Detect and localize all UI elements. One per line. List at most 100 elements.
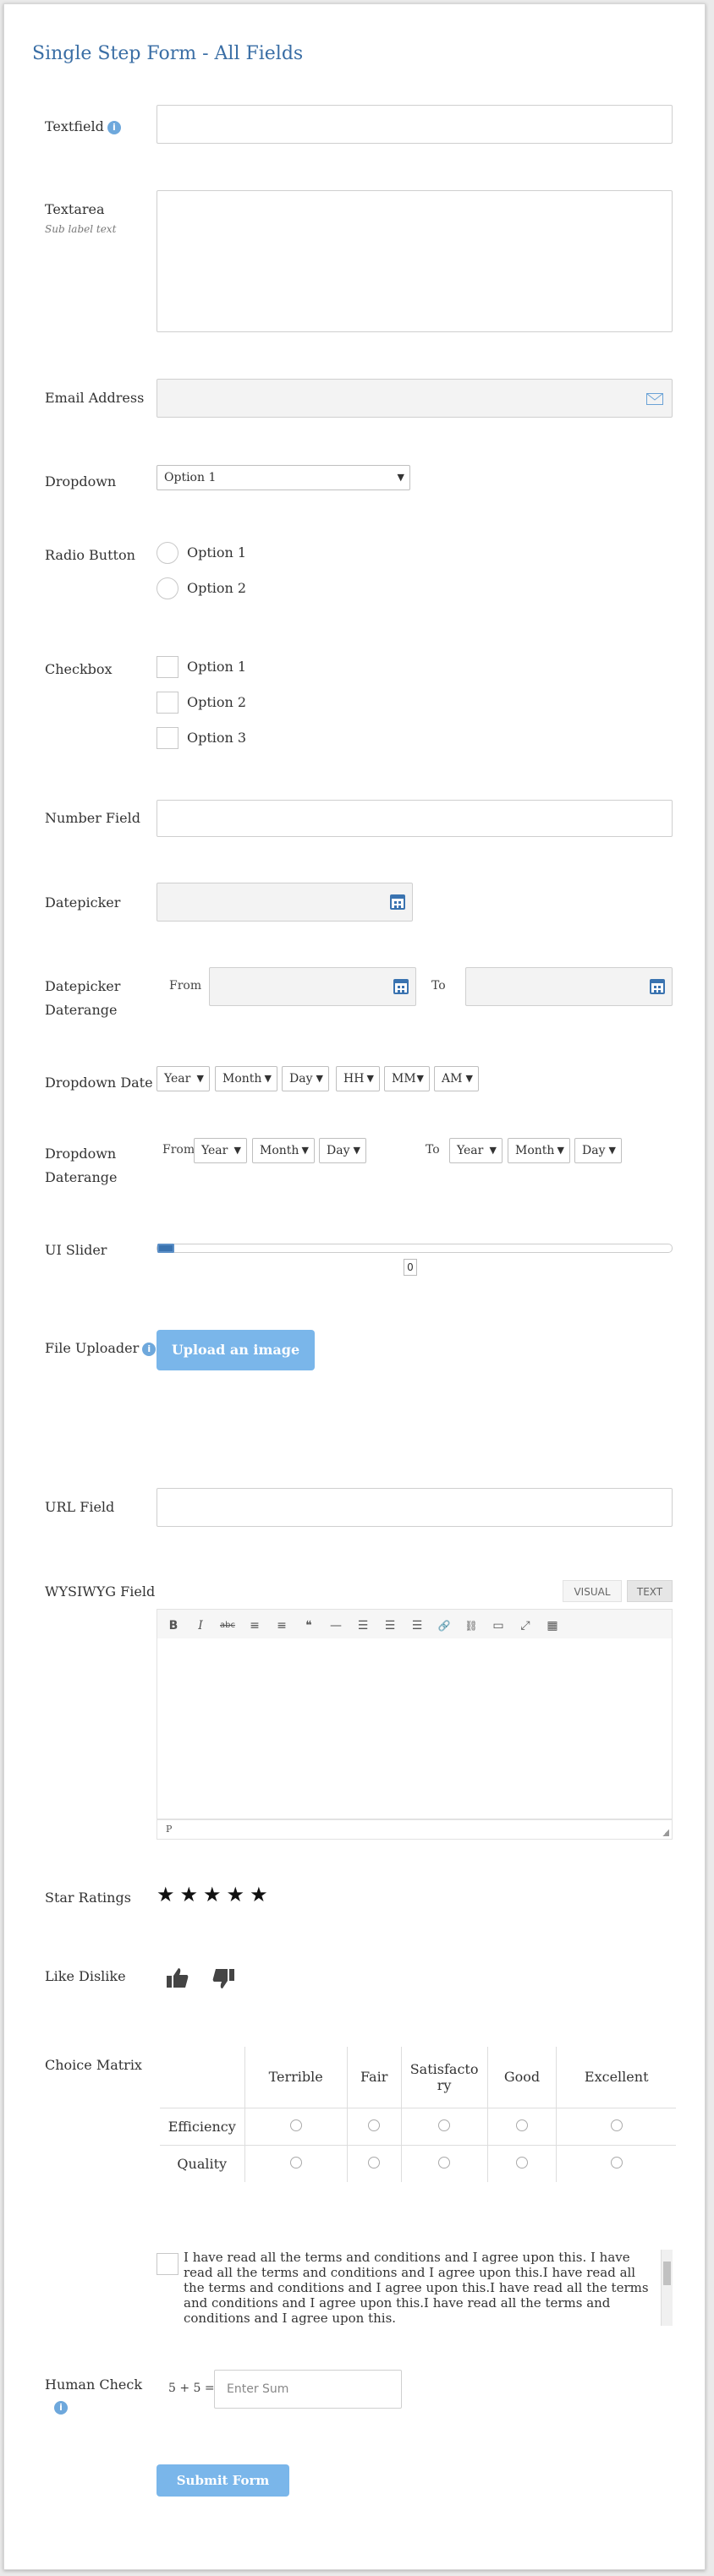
align-right-icon[interactable]: ☰ [407,1616,427,1636]
star-icon[interactable]: ★ [227,1883,245,1906]
strikethrough-icon[interactable]: abc [217,1616,238,1636]
calendar-icon[interactable] [390,894,405,910]
bullet-list-icon[interactable]: ≡ [244,1616,265,1636]
url-input[interactable] [157,1488,673,1527]
chevron-down-icon: ▼ [301,1145,309,1156]
star-label: Star Ratings [45,1890,131,1906]
dropdown-date-month[interactable]: Month ▼ [215,1066,277,1091]
daterange-to-month[interactable]: Month ▼ [508,1138,570,1163]
upload-image-button[interactable]: Upload an image [157,1330,315,1370]
calendar-icon[interactable] [393,979,409,994]
info-icon[interactable]: i [142,1342,157,1356]
chevron-down-icon: ▼ [557,1145,564,1156]
bold-icon[interactable]: B [163,1616,184,1636]
daterange-from-day[interactable]: Day ▼ [319,1138,366,1163]
textfield-label-row: Textfield i [45,115,121,139]
terms-checkbox[interactable] [157,2253,178,2275]
human-check-label: Human Check [45,2376,143,2393]
blockquote-icon[interactable]: ❝ [299,1616,319,1636]
matrix-radio[interactable] [438,2119,451,2131]
toolbar-toggle-icon[interactable]: ▦ [542,1616,563,1636]
datepicker-input[interactable] [157,883,413,922]
dropdown-date-year[interactable]: Year ▼ [157,1066,210,1091]
slider-label: UI Slider [45,1242,107,1258]
submit-button[interactable]: Submit Form [157,2464,289,2497]
checkbox-option-2[interactable] [157,692,178,714]
italic-icon[interactable]: I [190,1616,211,1636]
matrix-radio[interactable] [610,2156,623,2169]
daterange-to-year-value: Year [457,1144,484,1157]
dropdown-date-minute[interactable]: MM ▼ [384,1066,430,1091]
calendar-icon[interactable] [650,979,665,994]
number-label: Number Field [45,810,140,826]
thumbs-down-icon[interactable] [211,1966,236,1991]
terms-scroll-box[interactable]: I have read all the terms and conditions… [184,2250,673,2326]
dropdown-select[interactable]: Option 1 ▼ [157,465,410,490]
star-icon[interactable]: ★ [180,1883,199,1906]
fullscreen-icon[interactable]: ⤢ [515,1616,536,1636]
daterange-to-day[interactable]: Day ▼ [574,1138,622,1163]
matrix-col-excellent: Excellent [556,2047,676,2108]
captcha-input[interactable]: Enter Sum [214,2370,402,2409]
wysiwyg-editor[interactable] [157,1638,673,1819]
dropdown-date-day[interactable]: Day ▼ [282,1066,329,1091]
daterange-from-month[interactable]: Month ▼ [252,1138,315,1163]
checkbox-option-3[interactable] [157,727,178,749]
star-icon[interactable]: ★ [203,1883,222,1906]
dropdown-date-year-value: Year [164,1072,191,1086]
thumbs-up-icon[interactable] [165,1966,190,1991]
matrix-radio[interactable] [368,2156,381,2169]
matrix-radio[interactable] [438,2156,451,2169]
horizontal-rule-icon[interactable]: — [326,1616,346,1636]
terms-scrollbar[interactable] [661,2250,673,2326]
email-input[interactable] [157,379,673,418]
textarea-input[interactable] [157,190,673,332]
link-icon[interactable]: 🔗 [434,1616,454,1636]
number-input[interactable] [157,800,673,837]
matrix-radio[interactable] [516,2119,528,2131]
checkbox-option-1[interactable] [157,656,178,678]
star-icon[interactable]: ★ [157,1883,175,1906]
matrix-corner [160,2047,244,2108]
dropdown-date-hour[interactable]: HH ▼ [336,1066,380,1091]
radio-option-2[interactable] [157,577,178,599]
matrix-radio[interactable] [289,2156,302,2169]
align-left-icon[interactable]: ☰ [353,1616,373,1636]
textfield-input[interactable] [157,105,673,144]
chevron-down-icon: ▼ [366,1073,374,1084]
slider-track[interactable] [157,1244,673,1253]
align-center-icon[interactable]: ☰ [380,1616,400,1636]
star-icon[interactable]: ★ [250,1883,268,1906]
wysiwyg-tab-text[interactable]: TEXT [627,1580,673,1602]
matrix-radio[interactable] [610,2119,623,2131]
info-icon[interactable]: i [54,2401,68,2415]
info-icon[interactable]: i [107,120,121,134]
wysiwyg-tab-visual[interactable]: VISUAL [563,1580,622,1602]
like-label: Like Dislike [45,1968,126,1984]
slider-handle[interactable] [157,1244,174,1253]
textarea-sublabel: Sub label text [45,223,117,235]
captcha-placeholder: Enter Sum [227,2382,289,2396]
resize-handle-icon[interactable] [662,1829,669,1836]
dropdown-daterange-from-text: From [162,1143,195,1157]
unlink-icon[interactable]: ⛓ [461,1616,481,1636]
scrollbar-thumb[interactable] [663,2262,671,2285]
choice-matrix: Terrible Fair Satisfacto ry Good Excelle… [160,2047,676,2182]
daterange-to-input[interactable] [465,967,673,1006]
wysiwyg-statusbar: P [157,1819,673,1840]
checkbox-option-2-label: Option 2 [187,694,247,710]
wysiwyg-label: WYSIWYG Field [45,1583,156,1600]
daterange-from-month-value: Month [260,1144,299,1157]
matrix-col-fair: Fair [346,2047,402,2108]
matrix-radio[interactable] [289,2119,302,2131]
daterange-from-input[interactable] [209,967,416,1006]
dropdown-date-ampm[interactable]: AM ▼ [434,1066,479,1091]
daterange-from-year[interactable]: Year ▼ [194,1138,247,1163]
read-more-icon[interactable]: ▭ [488,1616,508,1636]
matrix-radio[interactable] [368,2119,381,2131]
radio-option-1[interactable] [157,542,178,564]
daterange-to-year[interactable]: Year ▼ [449,1138,503,1163]
matrix-radio[interactable] [516,2156,528,2169]
numbered-list-icon[interactable]: ≡ [272,1616,292,1636]
radio-option-1-label: Option 1 [187,544,247,561]
